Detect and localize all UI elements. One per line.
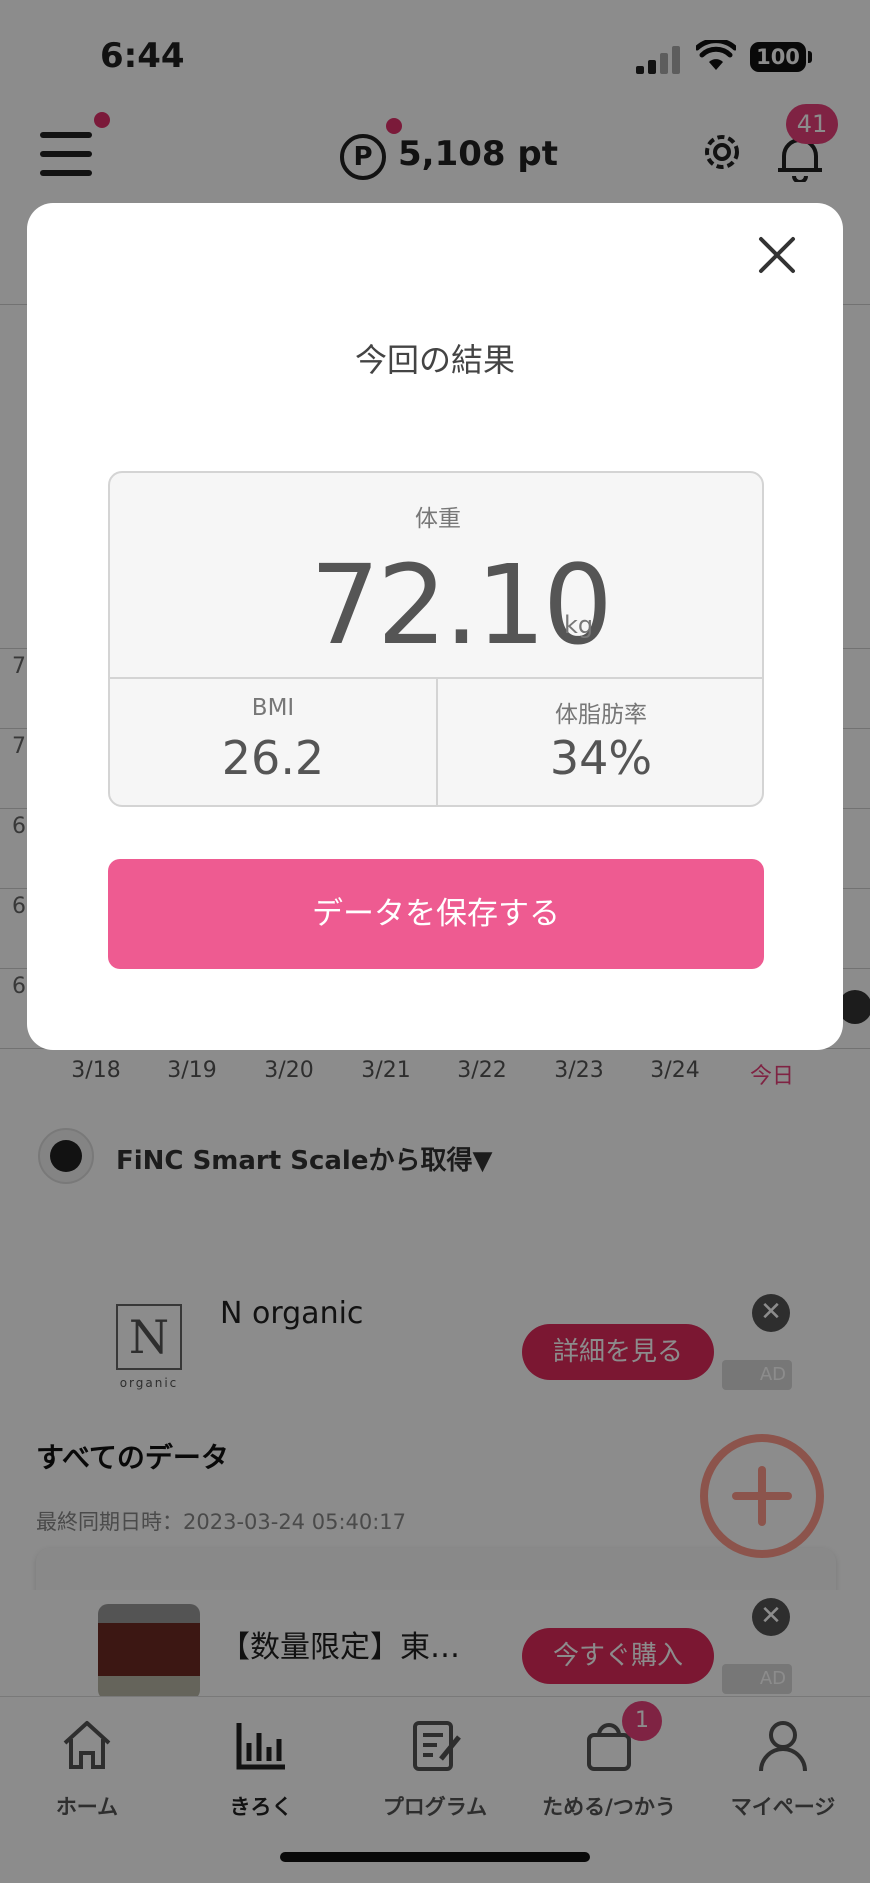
save-data-button[interactable]: データを保存する — [108, 859, 764, 969]
close-icon[interactable] — [753, 231, 801, 279]
weight-unit: kg — [564, 611, 594, 639]
body-fat-label: 体脂肪率 — [555, 702, 647, 728]
weight-value: 72.10 — [310, 541, 613, 669]
bmi-label: BMI — [251, 695, 295, 721]
body-fat-value: 34% — [549, 731, 653, 785]
result-modal: 今回の結果 体重 72.10 kg BMI 26.2 体脂肪率 34% データを… — [27, 203, 843, 1050]
weight-label: 体重 — [415, 506, 461, 532]
modal-title: 今回の結果 — [354, 341, 515, 379]
result-box: 体重 72.10 kg BMI 26.2 体脂肪率 34% — [108, 471, 764, 807]
bmi-value: 26.2 — [221, 731, 325, 785]
